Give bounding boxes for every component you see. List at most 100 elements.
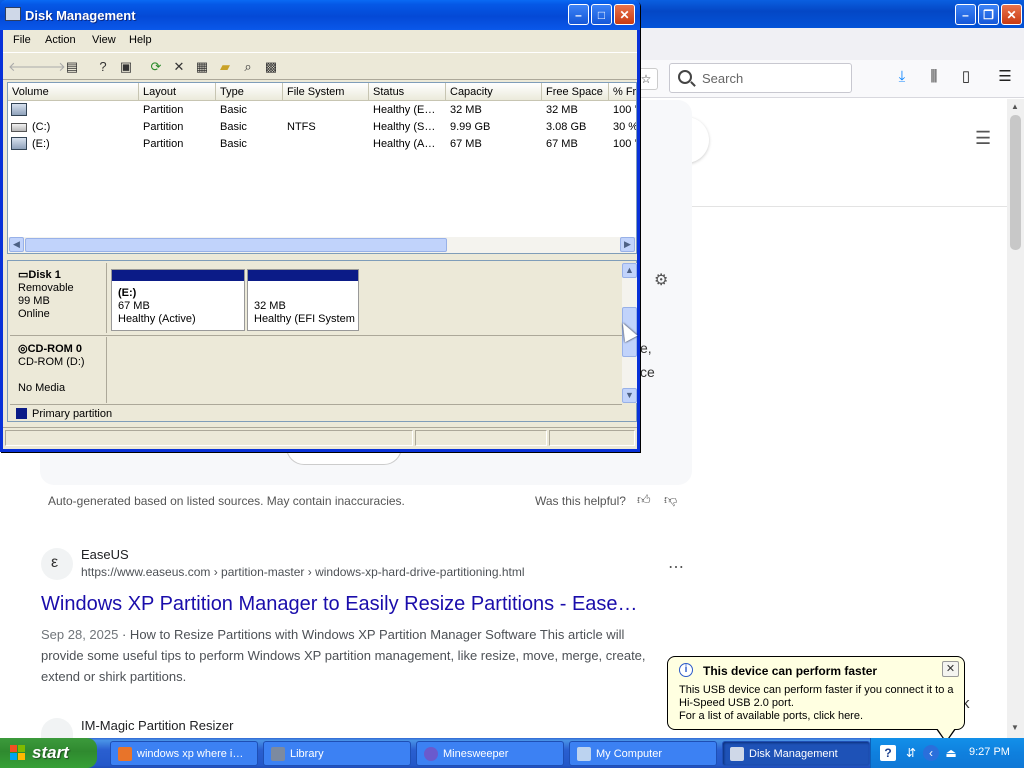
thumbs-down-icon[interactable]: 👎︎ (664, 492, 677, 508)
balloon-title: This device can perform faster (703, 664, 878, 678)
restore-button[interactable]: ❐ (978, 4, 999, 25)
column-header[interactable]: % Fr (609, 83, 636, 101)
result-site-name[interactable]: IM-Magic Partition Resizer (81, 718, 233, 733)
disk-name: Disk 1 (28, 269, 61, 281)
column-header[interactable]: File System (283, 83, 369, 101)
disk-graph-view: ▭Disk 1 Removable 99 MB Online (E:) 67 M… (7, 260, 637, 422)
minimize-button[interactable]: – (568, 4, 589, 25)
start-button[interactable]: start (0, 738, 97, 768)
browser-scrollbar[interactable]: ▲ ▼ (1007, 99, 1024, 738)
menu-bar: File Action View Help (3, 30, 637, 51)
column-header[interactable]: Volume (8, 83, 139, 101)
status-bar (3, 427, 637, 447)
taskbar-item-library[interactable]: Library (263, 741, 411, 766)
clock[interactable]: 9:27 PM (969, 746, 1010, 758)
help-icon[interactable]: ? (94, 58, 112, 75)
result-snippet: Sep 28, 2025 · How to Resize Partitions … (41, 627, 625, 642)
status-pane (549, 430, 635, 446)
balloon-link[interactable]: For a list of available ports, click her… (679, 710, 863, 722)
list-header: Volume Layout Type File System Status Ca… (8, 83, 636, 101)
search-input[interactable]: Search (669, 63, 852, 93)
taskbar-item-disk-management[interactable]: Disk Management (722, 741, 870, 766)
maximize-button[interactable]: □ (591, 4, 612, 25)
toolbar: 🡐 🡒 ▤ ? ▣ ⟳ ✕ ▦ ▰ ⌕ ▩ (3, 52, 637, 80)
search-icon[interactable]: ⌕ (239, 58, 257, 75)
gear-icon[interactable]: ⚙ (654, 270, 668, 290)
close-button[interactable]: ✕ (1001, 4, 1022, 25)
menu-file[interactable]: File (13, 34, 31, 46)
balloon-close-button[interactable]: ✕ (942, 661, 959, 677)
network-icon[interactable]: ⇵ (903, 745, 919, 761)
forward-icon[interactable]: 🡒 (31, 58, 66, 75)
info-icon: i (679, 663, 693, 677)
scroll-left-arrow[interactable]: ◀ (9, 237, 24, 252)
menu-icon[interactable]: ☰ (975, 128, 991, 149)
taskbar-item-minesweeper[interactable]: Minesweeper (416, 741, 564, 766)
search-icon (678, 70, 692, 84)
menu-help[interactable]: Help (129, 34, 152, 46)
partition-icon (11, 103, 27, 116)
column-header[interactable]: Capacity (446, 83, 542, 101)
site-favicon[interactable] (41, 718, 73, 738)
show-hidden-icons-arrow[interactable]: ‹ (923, 745, 939, 761)
table-row[interactable]: (E:) Partition Basic Healthy (A… 67 MB 6… (8, 136, 636, 153)
refresh-icon[interactable]: ⟳ (147, 58, 165, 75)
properties-icon[interactable]: ▣ (117, 58, 135, 75)
system-tray: ? ⇵ ‹ ⏏ 9:27 PM (870, 738, 1024, 768)
window-titlebar[interactable]: Disk Management – □ ✕ (0, 0, 640, 30)
result-site-name[interactable]: EaseUS (81, 547, 129, 562)
result-title-link[interactable]: Windows XP Partition Manager to Easily R… (41, 593, 638, 616)
balloon-text: This USB device can perform faster if yo… (679, 684, 954, 696)
scroll-thumb[interactable] (1010, 115, 1021, 250)
library-icon[interactable]: ⫼ (925, 68, 943, 86)
result-url[interactable]: https://www.easeus.com › partition-maste… (81, 565, 525, 579)
column-header[interactable]: Free Space (542, 83, 609, 101)
taskbar-item-my-computer[interactable]: My Computer (569, 741, 717, 766)
minimize-button[interactable]: – (955, 4, 976, 25)
open-folder-icon[interactable]: ▰ (216, 58, 234, 75)
menu-action[interactable]: Action (45, 34, 76, 46)
properties-sheet-icon[interactable]: ▦ (193, 58, 211, 75)
more-options-icon[interactable]: ⋯ (668, 557, 684, 577)
disk-management-icon (5, 7, 21, 21)
sidebar-icon[interactable]: ▯ (957, 68, 975, 86)
ai-disclaimer: Auto-generated based on listed sources. … (48, 494, 405, 508)
partition-block-efi[interactable]: 32 MB Healthy (EFI System (247, 269, 359, 331)
help-icon[interactable]: ? (880, 745, 896, 761)
delete-icon[interactable]: ✕ (170, 58, 188, 75)
cdrom-icon: ◎ (18, 343, 28, 355)
menu-icon[interactable]: ☰ (996, 68, 1014, 86)
notification-balloon[interactable]: i This device can perform faster ✕ This … (667, 656, 965, 743)
disk-management-icon (730, 747, 744, 761)
back-icon[interactable]: 🡐 (8, 58, 43, 75)
taskbar: start windows xp where i… Library Minesw… (0, 738, 1024, 768)
horizontal-scrollbar[interactable]: ◀ ▶ (8, 237, 636, 253)
settings-icon[interactable]: ▩ (262, 58, 280, 75)
primary-partition-bar (112, 270, 244, 281)
close-button[interactable]: ✕ (614, 4, 635, 25)
menu-view[interactable]: View (92, 34, 116, 46)
disk-info-cdrom[interactable]: ◎CD-ROM 0 CD-ROM (D:) No Media (10, 337, 107, 403)
download-icon[interactable]: ⤓ (893, 68, 911, 86)
partition-icon (11, 137, 27, 150)
scroll-thumb[interactable] (25, 238, 447, 252)
show-hide-tree-icon[interactable]: ▤ (63, 58, 81, 75)
scroll-down-arrow[interactable]: ▼ (622, 388, 637, 403)
column-header[interactable]: Layout (139, 83, 216, 101)
partition-block-e[interactable]: (E:) 67 MB Healthy (Active) (111, 269, 245, 331)
column-header[interactable]: Status (369, 83, 446, 101)
thumbs-up-icon[interactable]: 👍︎ (637, 492, 651, 508)
disk-info-disk1[interactable]: ▭Disk 1 Removable 99 MB Online (10, 263, 107, 333)
scroll-right-arrow[interactable]: ▶ (620, 237, 635, 252)
window-title: Disk Management (25, 8, 136, 23)
scroll-up-arrow[interactable]: ▲ (622, 263, 637, 278)
table-row[interactable]: Partition Basic Healthy (E… 32 MB 32 MB … (8, 102, 636, 119)
site-favicon[interactable]: ε (41, 548, 73, 580)
helpful-label: Was this helpful? (535, 494, 626, 508)
table-row[interactable]: (C:) Partition Basic NTFS Healthy (S… 9.… (8, 119, 636, 136)
column-header[interactable]: Type (216, 83, 283, 101)
drive-icon (11, 123, 27, 132)
disk-icon: ▭ (18, 269, 29, 281)
usb-device-icon[interactable]: ⏏ (943, 745, 959, 761)
taskbar-item-firefox[interactable]: windows xp where i… (110, 741, 258, 766)
